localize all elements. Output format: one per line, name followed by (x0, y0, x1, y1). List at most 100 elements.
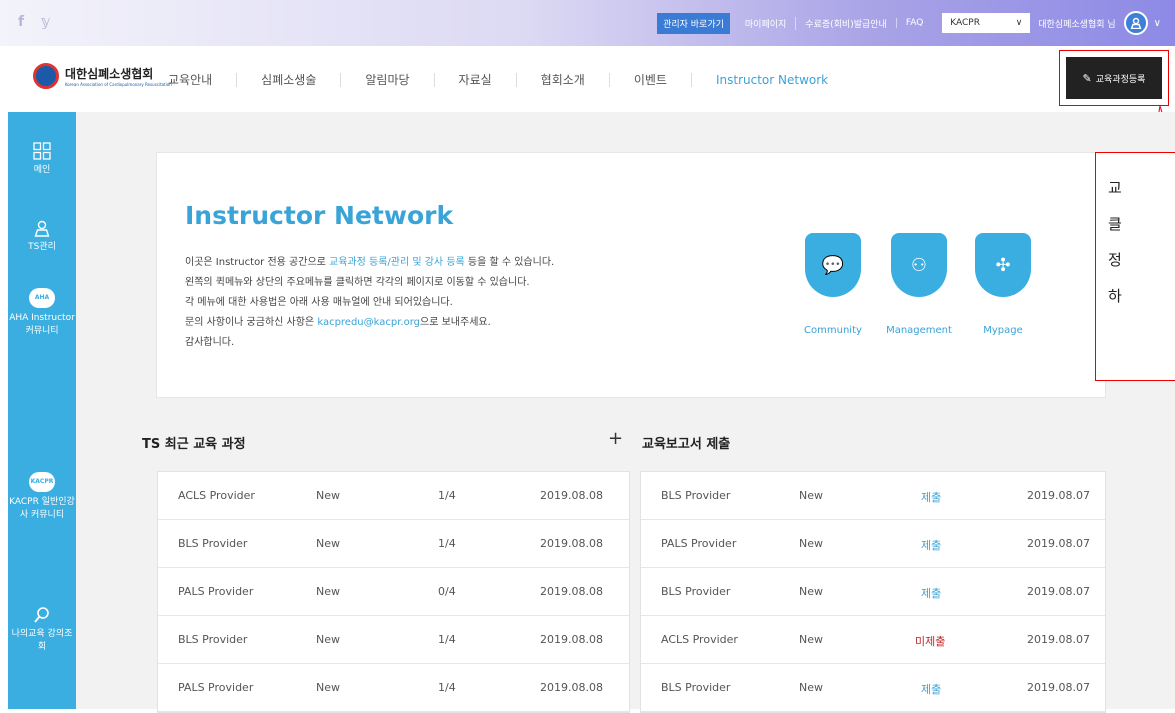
nav-cpr[interactable]: 심폐소생술 (236, 73, 340, 87)
intro-line: 이곳은 Instructor 전용 공간으로 (185, 257, 330, 268)
date-cell: 2019.08.08 (540, 489, 603, 502)
mypage-shield-button[interactable]: ✣ (975, 233, 1031, 297)
org-select-value: KACPR (950, 18, 980, 28)
nav-about[interactable]: 협회소개 (515, 73, 609, 87)
intro-line: 으로 보내주세요. (420, 317, 491, 328)
mypage-label[interactable]: Mypage (963, 325, 1043, 336)
sidebar-item-label: 메인 (33, 165, 51, 175)
status-cell: New (316, 489, 340, 502)
org-select[interactable]: KACPR ∨ (942, 13, 1031, 33)
course-cell: PALS Provider (661, 537, 737, 550)
main-nav: 교육안내 심폐소생술 알림마당 자료실 협회소개 이벤트 Instructor … (168, 73, 852, 87)
table-row[interactable]: ACLS Provider New 미제출 2019.08.07 (641, 616, 1105, 664)
intro-text: 이곳은 Instructor 전용 공간으로 교육과정 등록/관리 및 강사 등… (185, 253, 554, 353)
sidebar-item-my-courses[interactable]: 나의교육 강의조회 (8, 606, 76, 654)
page-title: Instructor Network (185, 201, 454, 230)
plus-icon[interactable]: + (608, 428, 623, 449)
top-nav: 관리자 바로가기 마이페이지 수료증(회비)발급안내 FAQ KACPR ∨ 대… (657, 0, 1175, 46)
logo-emblem-icon (33, 63, 59, 89)
main-content: Instructor Network 이곳은 Instructor 전용 공간으… (76, 112, 1175, 713)
course-cell: BLS Provider (661, 489, 731, 502)
submit-status-cell[interactable]: 제출 (921, 489, 941, 505)
sidebar-item-aha[interactable]: AHA AHA Instructor 커뮤니티 (8, 288, 76, 338)
intro-line: 등을 할 수 있습니다. (464, 257, 555, 268)
date-cell: 2019.08.08 (540, 633, 603, 646)
nav-events[interactable]: 이벤트 (608, 73, 691, 87)
course-cell: PALS Provider (178, 681, 254, 694)
submit-status-cell[interactable]: 미제출 (915, 633, 945, 649)
date-cell: 2019.08.08 (540, 585, 603, 598)
course-cell: BLS Provider (178, 537, 248, 550)
count-cell: 1/4 (438, 633, 456, 646)
table-row[interactable]: PALS Provider New 1/4 2019.08.08 (158, 664, 629, 712)
date-cell: 2019.08.07 (1027, 537, 1090, 550)
nav-library[interactable]: 자료실 (433, 73, 516, 87)
annotation-callout: 교 클 정 하 (1095, 152, 1175, 381)
user-name: 대한심폐소생협회 님 (1038, 19, 1116, 30)
table-row[interactable]: BLS Provider New 제출 2019.08.07 (641, 664, 1105, 712)
site-logo[interactable]: 대한심폐소생협회 Korean Association of Cardiopul… (33, 63, 172, 89)
intro-line: 각 메뉴에 대한 사용법은 아래 사용 매뉴얼에 안내 되어있습니다. (185, 297, 453, 308)
recent-courses-title: TS 최근 교육 과정 (142, 437, 246, 452)
course-cell: PALS Provider (178, 585, 254, 598)
nav-instructor-network[interactable]: Instructor Network (690, 73, 852, 87)
count-cell: 1/4 (438, 537, 456, 550)
management-label[interactable]: Management (879, 325, 959, 336)
sidebar-item-kacpr[interactable]: KACPR KACPR 일반인강사 커뮤니티 (8, 472, 76, 522)
management-shield-button[interactable]: ⚇ (891, 233, 947, 297)
grid-icon (33, 142, 51, 160)
submit-status-cell[interactable]: 제출 (921, 681, 941, 697)
table-row[interactable]: BLS Provider New 제출 2019.08.07 (641, 472, 1105, 520)
sidebar-item-ts[interactable]: TS관리 (8, 219, 76, 254)
status-cell: New (316, 681, 340, 694)
community-label[interactable]: Community (793, 325, 873, 336)
nav-education[interactable]: 교육안내 (168, 73, 236, 87)
submit-status-cell[interactable]: 제출 (921, 585, 941, 601)
search-icon (34, 607, 49, 623)
date-cell: 2019.08.08 (540, 681, 603, 694)
logo-subtitle: Korean Association of Cardiopulmonary Re… (65, 82, 172, 87)
certificate-link[interactable]: 수료증(회비)발급안내 (795, 16, 896, 30)
sidebar-item-main[interactable]: 메인 (8, 142, 76, 177)
table-row[interactable]: BLS Provider New 1/4 2019.08.08 (158, 616, 629, 664)
sidebar-item-label: KACPR 일반인강사 커뮤니티 (9, 497, 75, 520)
contact-email-link[interactable]: kacpredu@kacpr.org (317, 317, 420, 328)
management-network-icon: ⚇ (910, 254, 928, 276)
mypage-link[interactable]: 마이페이지 (736, 17, 795, 30)
intro-line: 왼쪽의 퀵메뉴와 상단의 주요메뉴를 클릭하면 각각의 페이지로 이동할 수 있… (185, 277, 530, 288)
community-shield-button[interactable]: 💬 (805, 233, 861, 297)
status-cell: New (316, 537, 340, 550)
user-menu-chevron-icon[interactable]: ∨ (1154, 18, 1161, 29)
report-submit-table: BLS Provider New 제출 2019.08.07 PALS Prov… (640, 471, 1106, 713)
status-cell: New (316, 585, 340, 598)
status-cell: New (799, 681, 823, 694)
avatar[interactable] (1123, 11, 1148, 35)
status-cell: New (799, 489, 823, 502)
report-submit-title: 교육보고서 제출 (642, 437, 731, 452)
intro-line: 문의 사항이나 궁금하신 사항은 (185, 317, 318, 328)
date-cell: 2019.08.07 (1027, 681, 1090, 694)
chevron-down-icon: ∨ (1015, 18, 1023, 28)
submit-status-cell[interactable]: 제출 (921, 537, 941, 553)
course-register-link[interactable]: 교육과정 등록/관리 및 강사 등록 (329, 257, 465, 268)
faq-link[interactable]: FAQ (895, 18, 932, 28)
course-cell: ACLS Provider (661, 633, 738, 646)
callout-line: 하 (1108, 287, 1122, 305)
mypage-person-icon: ✣ (995, 254, 1011, 276)
social-links[interactable]: f 𝕪 (18, 14, 56, 30)
main-header: 대한심폐소생협회 Korean Association of Cardiopul… (0, 46, 1175, 112)
nav-notice[interactable]: 알림마당 (340, 73, 433, 87)
admin-shortcut-button[interactable]: 관리자 바로가기 (657, 12, 730, 34)
date-cell: 2019.08.08 (540, 537, 603, 550)
callout-line: 클 (1108, 215, 1122, 233)
table-row[interactable]: PALS Provider New 0/4 2019.08.08 (158, 568, 629, 616)
table-row[interactable]: ACLS Provider New 1/4 2019.08.08 (158, 472, 629, 520)
sidebar-item-label: AHA Instructor 커뮤니티 (9, 313, 75, 336)
callout-line: 정 (1108, 251, 1122, 269)
status-cell: New (799, 537, 823, 550)
table-row[interactable]: PALS Provider New 제출 2019.08.07 (641, 520, 1105, 568)
table-row[interactable]: BLS Provider New 제출 2019.08.07 (641, 568, 1105, 616)
table-row[interactable]: BLS Provider New 1/4 2019.08.08 (158, 520, 629, 568)
status-cell: New (799, 633, 823, 646)
user-icon (34, 220, 50, 237)
